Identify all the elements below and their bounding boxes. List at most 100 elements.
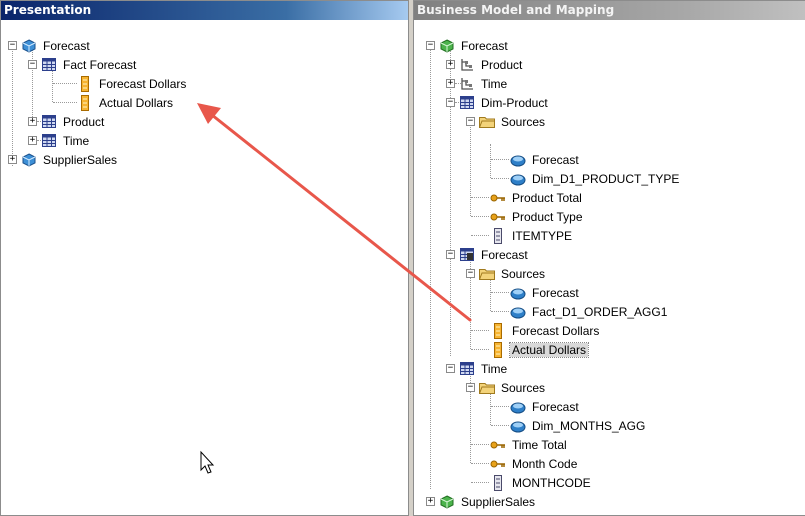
- tree-node-label: Forecast: [461, 38, 508, 53]
- tree-node-label: Forecast: [532, 399, 579, 414]
- tree-node-label: Time: [63, 133, 90, 148]
- bmm-node-forecast-fact[interactable]: − Forecast: [446, 245, 530, 264]
- bmm-node-source-forecast[interactable]: Forecast: [510, 150, 581, 169]
- source-icon: [510, 171, 526, 187]
- expand-toggle[interactable]: +: [446, 60, 455, 69]
- expand-toggle[interactable]: +: [426, 497, 435, 506]
- bmm-node-month-code[interactable]: Month Code: [490, 454, 579, 473]
- presentation-pane: Presentation − Forecast − Fact Forecast …: [0, 0, 409, 516]
- tree-node-label: Forecast: [481, 247, 528, 262]
- folder-icon: [479, 266, 495, 282]
- column-icon: [77, 75, 93, 92]
- tree-node-supplier-sales[interactable]: + SupplierSales: [8, 150, 119, 169]
- table-icon: [41, 114, 57, 130]
- collapse-toggle[interactable]: −: [466, 117, 475, 126]
- tree-node-forecast-dollars[interactable]: Forecast Dollars: [77, 74, 188, 93]
- source-icon: [510, 399, 526, 415]
- collapse-toggle[interactable]: −: [426, 41, 435, 50]
- column-icon: [77, 94, 93, 111]
- bmm-node-source-forecast[interactable]: Forecast: [510, 283, 581, 302]
- tree-node-label: Fact_D1_ORDER_AGG1: [532, 304, 668, 319]
- bmm-node-monthcode[interactable]: MONTHCODE: [490, 473, 593, 492]
- physical-column-icon: [490, 474, 506, 491]
- tree-node-label: Forecast: [532, 152, 579, 167]
- table-icon: [459, 95, 475, 111]
- collapse-toggle[interactable]: −: [466, 269, 475, 278]
- column-icon: [490, 322, 506, 339]
- bmm-pane-title: Business Model and Mapping: [414, 1, 805, 20]
- bmm-node-source-dim-months-agg[interactable]: Dim_MONTHS_AGG: [510, 416, 647, 435]
- bmm-node-dim-product[interactable]: − Dim-Product: [446, 93, 550, 112]
- key-icon: [490, 209, 506, 225]
- tree-node-forecast[interactable]: − Forecast: [8, 36, 92, 55]
- cube-icon: [21, 38, 37, 54]
- tree-node-label-selected: Actual Dollars: [508, 341, 590, 358]
- tree-node-label: Product: [63, 114, 105, 129]
- tree-node-product[interactable]: + Product: [28, 112, 106, 131]
- bmm-node-product-type[interactable]: Product Type: [490, 207, 585, 226]
- source-icon: [510, 418, 526, 434]
- tree-node-label: Time Total: [512, 437, 567, 452]
- bmm-node-actual-dollars[interactable]: Actual Dollars: [490, 340, 590, 359]
- collapse-toggle[interactable]: −: [28, 60, 37, 69]
- bmm-node-time-total[interactable]: Time Total: [490, 435, 569, 454]
- expand-toggle[interactable]: +: [28, 136, 37, 145]
- key-icon: [490, 190, 506, 206]
- table-icon: [459, 361, 475, 377]
- collapse-toggle[interactable]: −: [466, 383, 475, 392]
- hierarchy-icon: [459, 76, 475, 92]
- tree-node-label: Forecast Dollars: [99, 76, 187, 91]
- tree-node-label: Product Type: [512, 209, 583, 224]
- tree-node-label: Forecast: [532, 285, 579, 300]
- bmm-node-forecast-dollars[interactable]: Forecast Dollars: [490, 321, 601, 340]
- tree-node-label: Forecast: [43, 38, 90, 53]
- presentation-pane-title: Presentation: [1, 1, 408, 20]
- table-icon: [41, 57, 57, 73]
- tree-node-label: Forecast Dollars: [512, 323, 600, 338]
- hierarchy-icon: [459, 57, 475, 73]
- tree-node-label: ITEMTYPE: [512, 228, 573, 243]
- tree-node-time[interactable]: + Time: [28, 131, 91, 150]
- tree-node-label: Sources: [501, 114, 546, 129]
- source-icon: [510, 304, 526, 320]
- tree-node-label: Dim_D1_PRODUCT_TYPE: [532, 171, 680, 186]
- tree-node-label: SupplierSales: [43, 152, 118, 167]
- source-icon: [510, 152, 526, 168]
- bmm-node-time-dim[interactable]: − Time: [446, 359, 509, 378]
- bmm-node-forecast[interactable]: − Forecast: [426, 36, 510, 55]
- expand-toggle[interactable]: +: [446, 79, 455, 88]
- tree-node-label: Time: [481, 361, 508, 376]
- bmm-node-sources[interactable]: − Sources: [466, 378, 547, 397]
- collapse-toggle[interactable]: −: [446, 98, 455, 107]
- collapse-toggle[interactable]: −: [446, 364, 455, 373]
- tree-node-label: Actual Dollars: [99, 95, 174, 110]
- cube-icon: [21, 152, 37, 168]
- tree-node-fact-forecast[interactable]: − Fact Forecast: [28, 55, 138, 74]
- tree-node-label: Dim-Product: [481, 95, 548, 110]
- bmm-node-product[interactable]: + Product: [446, 55, 524, 74]
- collapse-toggle[interactable]: −: [446, 250, 455, 259]
- cube-icon: [439, 38, 455, 54]
- bmm-pane: Business Model and Mapping − Forecast + …: [413, 0, 805, 516]
- source-icon: [510, 285, 526, 301]
- tree-node-label: Dim_MONTHS_AGG: [532, 418, 646, 433]
- tree-node-label: Product: [481, 57, 523, 72]
- collapse-toggle[interactable]: −: [8, 41, 17, 50]
- bmm-node-source-dim-d1-product-type[interactable]: Dim_D1_PRODUCT_TYPE: [510, 169, 681, 188]
- cube-icon: [439, 494, 455, 510]
- bmm-node-product-total[interactable]: Product Total: [490, 188, 584, 207]
- expand-toggle[interactable]: +: [28, 117, 37, 126]
- bmm-node-supplier-sales[interactable]: + SupplierSales: [426, 492, 537, 511]
- bmm-node-sources[interactable]: − Sources: [466, 112, 547, 131]
- tree-node-label: MONTHCODE: [512, 475, 591, 490]
- bmm-node-itemtype[interactable]: ITEMTYPE: [490, 226, 574, 245]
- expand-toggle[interactable]: +: [8, 155, 17, 164]
- tree-node-actual-dollars[interactable]: Actual Dollars: [77, 93, 175, 112]
- key-icon: [490, 456, 506, 472]
- bmm-node-sources[interactable]: − Sources: [466, 264, 547, 283]
- bmm-node-source-fact-d1-order-agg1[interactable]: Fact_D1_ORDER_AGG1: [510, 302, 669, 321]
- bmm-node-source-forecast[interactable]: Forecast: [510, 397, 581, 416]
- tree-node-label: Sources: [501, 266, 546, 281]
- bmm-node-time[interactable]: + Time: [446, 74, 509, 93]
- folder-icon: [479, 114, 495, 130]
